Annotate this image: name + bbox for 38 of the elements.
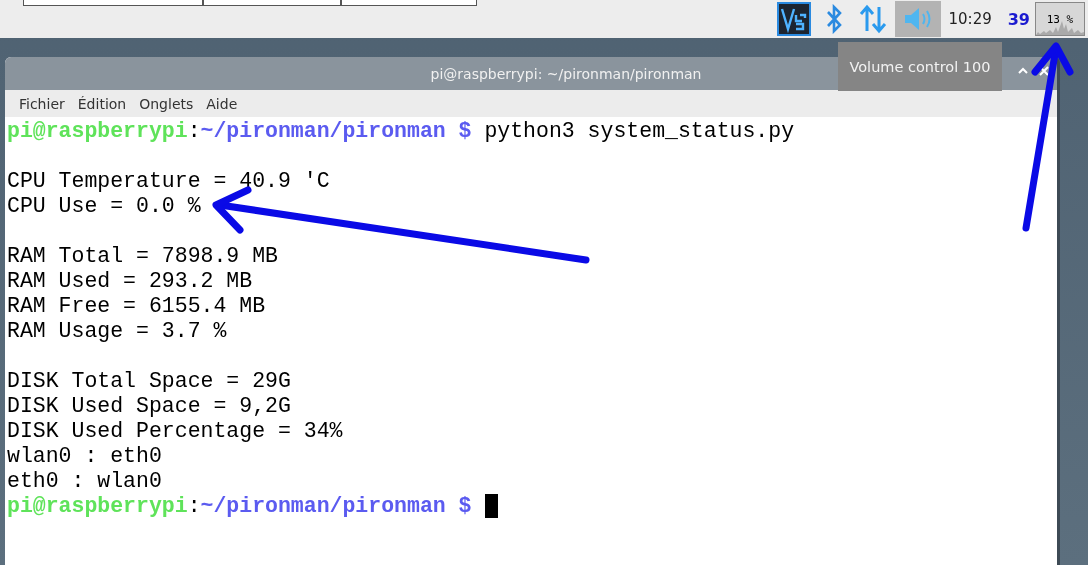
prompt-separator: :: [187, 494, 201, 519]
prompt-user: pi@raspberrypi: [7, 119, 188, 144]
output-line: CPU Use = 0.0 %: [7, 194, 201, 219]
output-line: DISK Used Percentage = 34%: [7, 419, 343, 444]
prompt-symbol: $: [457, 494, 472, 519]
output-line: RAM Used = 293.2 MB: [7, 269, 253, 294]
taskbar-button[interactable]: [23, 0, 203, 6]
output-line: DISK Total Space = 29G: [7, 369, 291, 394]
up-down-arrows-icon[interactable]: [858, 4, 887, 34]
window-title: pi@raspberrypi: ~/pironman/pironman: [430, 65, 702, 82]
command-text: python3 system_status.py: [483, 119, 795, 144]
menu-item[interactable]: Édition: [72, 95, 135, 112]
output-line: CPU Temperature = 40.9 'C: [7, 169, 330, 194]
prompt-symbol: $: [457, 119, 472, 144]
menu-item[interactable]: Aide: [201, 95, 246, 112]
cpu-monitor[interactable]: 13 %: [1035, 2, 1085, 36]
clock[interactable]: 10:29: [948, 10, 992, 28]
maximize-icon[interactable]: [1017, 66, 1029, 76]
vnc-icon[interactable]: [776, 2, 811, 36]
output-line: RAM Usage = 3.7 %: [7, 319, 227, 344]
prompt-separator: :: [187, 119, 201, 144]
cpu-usage-reading: 13 %: [1046, 12, 1074, 26]
temperature-reading: 39: [1007, 9, 1030, 29]
output-line: RAM Total = 7898.9 MB: [7, 244, 278, 269]
output-line: RAM Free = 6155.4 MB: [7, 294, 266, 319]
output-line: wlan0 : eth0: [7, 444, 162, 469]
taskbar-button[interactable]: [203, 0, 341, 6]
prompt-user: pi@raspberrypi: [7, 494, 188, 519]
bluetooth-icon[interactable]: [824, 4, 843, 34]
prompt-path: ~/pironman/pironman: [200, 494, 446, 519]
taskbar-button[interactable]: [341, 0, 477, 6]
output-line: eth0 : wlan0: [7, 469, 162, 494]
close-icon[interactable]: [1039, 66, 1049, 76]
menu-item[interactable]: Onglets: [134, 95, 202, 112]
prompt-path: ~/pironman/pironman: [200, 119, 446, 144]
tooltip: Volume control 100: [838, 42, 1002, 91]
output-line: DISK Used Space = 9,2G: [7, 394, 291, 419]
menu-item[interactable]: Fichier: [14, 95, 73, 112]
